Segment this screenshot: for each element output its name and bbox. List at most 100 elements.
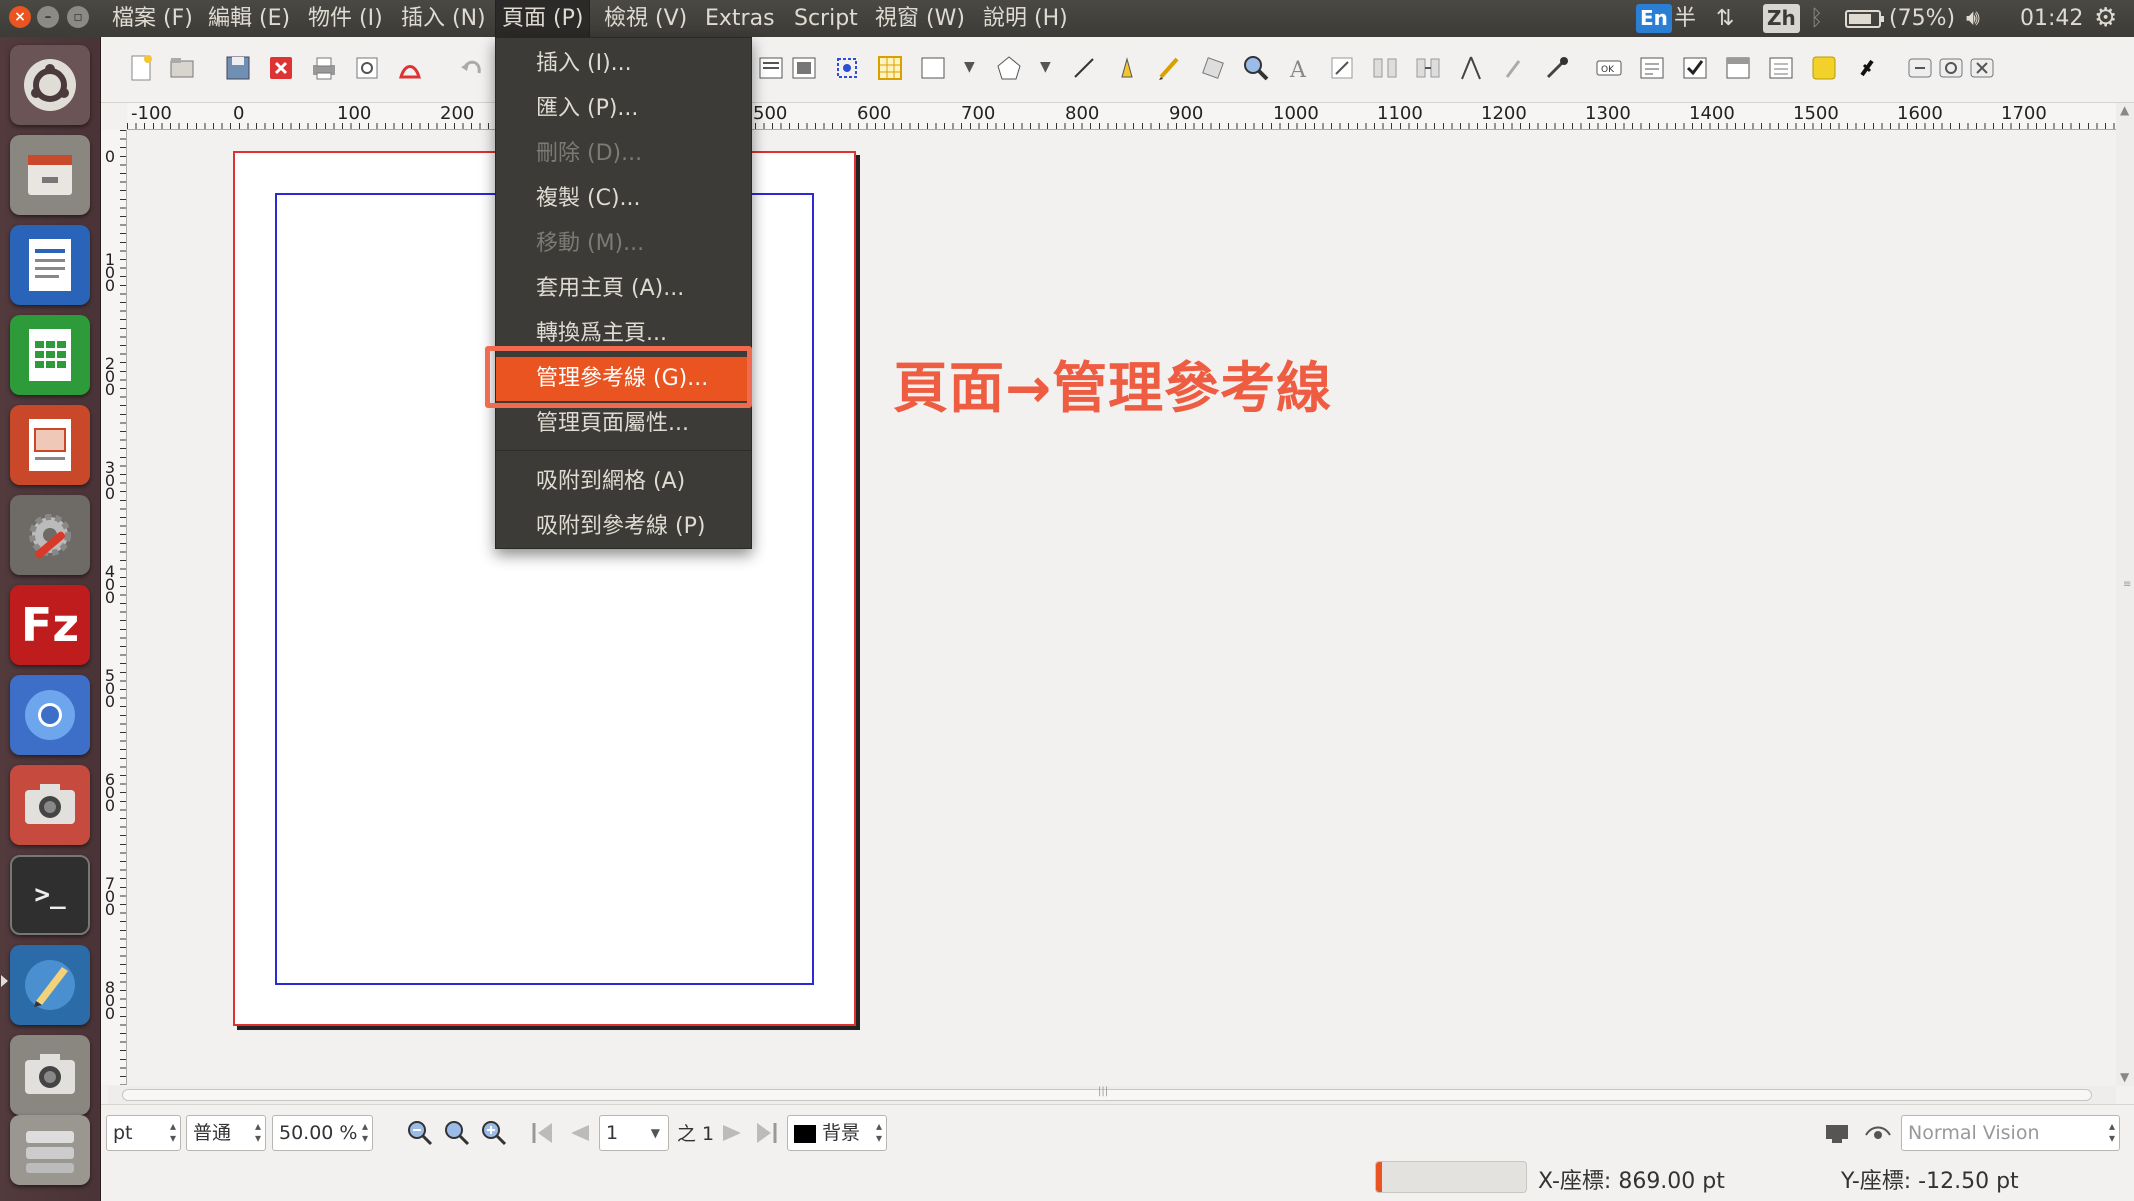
drives-icon[interactable]	[10, 1115, 90, 1185]
writer-icon[interactable]	[10, 225, 90, 305]
input-method-zh-indicator[interactable]: Zh	[1763, 4, 1800, 33]
menu-item-insert-page[interactable]: 插入 (I)...	[496, 42, 751, 86]
polygon-dropdown-icon[interactable]: ▼	[1040, 59, 1070, 89]
close-document-icon[interactable]	[266, 53, 296, 83]
menu-item-copy-page[interactable]: 複製 (C)...	[496, 177, 751, 221]
menu-item-snap-to-guides[interactable]: 吸附到參考線 (P)	[496, 505, 751, 549]
battery-icon[interactable]	[1845, 0, 1885, 37]
menu-view[interactable]: 檢視 (V)	[598, 0, 693, 37]
menu-item-import-page[interactable]: 匯入 (P)...	[496, 87, 751, 131]
menu-insert[interactable]: 插入 (N)	[395, 0, 492, 37]
menu-windows[interactable]: 視窗 (W)	[869, 0, 971, 37]
volume-icon[interactable]: 🔊︎	[1966, 0, 1980, 37]
open-document-icon[interactable]	[168, 53, 198, 83]
view-mode-select[interactable]: 普通 ▴ ▾	[186, 1115, 266, 1151]
scroll-grip-icon[interactable]: |||	[1098, 1086, 1108, 1097]
horizontal-ruler[interactable]: -100 0 100 200 500 600 700 800 900 1000 …	[127, 103, 2117, 130]
export-pdf-icon[interactable]	[395, 53, 425, 83]
freehand-icon[interactable]	[1155, 53, 1185, 83]
menu-item-apply-master[interactable]: 套用主頁 (A)...	[496, 267, 751, 311]
text-annotation-icon[interactable]	[1809, 53, 1839, 83]
camera2-icon[interactable]	[10, 1035, 90, 1115]
scroll-up-icon[interactable]: ▲	[2120, 103, 2129, 117]
eyedropper-icon[interactable]	[1542, 53, 1572, 83]
zoom-in-icon[interactable]	[480, 1119, 508, 1147]
page-number-select[interactable]: 1 ▼	[599, 1115, 669, 1151]
files-icon[interactable]	[10, 135, 90, 215]
last-page-icon[interactable]	[753, 1119, 781, 1147]
table-icon[interactable]	[875, 53, 905, 83]
scroll-grip-icon[interactable]: ≡	[2123, 579, 2131, 590]
menu-item-snap-to-grid[interactable]: 吸附到網格 (A)	[496, 460, 751, 504]
link-frames-icon[interactable]	[1370, 53, 1400, 83]
line-icon[interactable]	[1069, 53, 1099, 83]
settings-icon[interactable]	[10, 495, 90, 575]
chromium-icon[interactable]	[10, 675, 90, 755]
gear-icon[interactable]: ⚙	[2094, 0, 2117, 37]
calc-icon[interactable]	[10, 315, 90, 395]
print-icon[interactable]	[309, 53, 339, 83]
copy-properties-icon[interactable]	[1499, 53, 1529, 83]
menu-file[interactable]: 檔案 (F)	[106, 0, 199, 37]
previous-page-icon[interactable]	[565, 1119, 593, 1147]
close-window-button[interactable]: ×	[9, 6, 31, 28]
menu-object[interactable]: 物件 (I)	[302, 0, 389, 37]
preflight-icon[interactable]	[352, 53, 382, 83]
terminal-icon[interactable]: >_	[10, 855, 90, 935]
pdf-button-icon[interactable]: OK	[1594, 53, 1624, 83]
ubuntu-dash-icon[interactable]	[10, 45, 90, 125]
menu-extras[interactable]: Extras	[699, 0, 781, 37]
layer-select[interactable]: 背景 ▴ ▾	[787, 1115, 887, 1151]
camera-icon[interactable]	[10, 765, 90, 845]
scribus-icon[interactable]	[10, 945, 90, 1025]
new-document-icon[interactable]	[126, 53, 156, 83]
input-method-en-indicator[interactable]: En	[1636, 4, 1672, 33]
scroll-down-icon[interactable]: ▼	[2120, 1070, 2129, 1084]
render-frame-icon[interactable]	[832, 53, 862, 83]
filezilla-icon[interactable]: Fz	[10, 585, 90, 665]
measure-icon[interactable]	[1456, 53, 1486, 83]
document-canvas[interactable]	[128, 131, 2116, 1086]
unit-select[interactable]: pt ▴ ▾	[106, 1115, 181, 1151]
vertical-ruler[interactable]: 0 100 200 300 400 500 600 700 800	[101, 130, 127, 1085]
next-page-icon[interactable]	[719, 1119, 747, 1147]
unlink-frames-icon[interactable]	[1413, 53, 1443, 83]
zoom-icon[interactable]	[1241, 53, 1271, 83]
network-icon[interactable]: ⇅	[1716, 0, 1734, 37]
save-icon[interactable]	[223, 53, 253, 83]
text-frame-icon[interactable]	[756, 53, 786, 83]
right-align-icon[interactable]	[1967, 53, 1997, 83]
bluetooth-icon[interactable]: ᛒ	[1810, 0, 1823, 37]
zoom-out-icon[interactable]	[406, 1119, 434, 1147]
shape-dropdown-icon[interactable]: ▼	[964, 59, 994, 89]
pdf-combobox-icon[interactable]	[1723, 53, 1753, 83]
polygon-icon[interactable]	[994, 53, 1024, 83]
undo-icon[interactable]	[457, 53, 487, 83]
preview-mode-icon[interactable]	[1824, 1119, 1852, 1147]
clock[interactable]: 01:42	[2020, 0, 2083, 37]
vertical-scrollbar[interactable]: ▲ ≡ ▼	[2116, 103, 2134, 1086]
minimize-window-button[interactable]: –	[37, 6, 59, 28]
pdf-textfield-icon[interactable]	[1637, 53, 1667, 83]
pdf-listbox-icon[interactable]	[1766, 53, 1796, 83]
half-width-indicator[interactable]: 半	[1674, 0, 1696, 37]
first-page-icon[interactable]	[528, 1119, 556, 1147]
bezier-icon[interactable]	[1112, 53, 1142, 83]
edit-text-icon[interactable]	[1327, 53, 1357, 83]
edit-contents-icon[interactable]: A	[1284, 53, 1314, 83]
menu-edit[interactable]: 編輯 (E)	[202, 0, 296, 37]
menu-script[interactable]: Script	[788, 0, 864, 37]
zoom-input[interactable]: 50.00 % ▴ ▾	[272, 1115, 373, 1151]
rotate-icon[interactable]	[1198, 53, 1228, 83]
horizontal-scrollbar[interactable]: |||	[108, 1086, 2116, 1104]
menu-page[interactable]: 頁面 (P)	[495, 0, 591, 37]
menu-help[interactable]: 說明 (H)	[977, 0, 1074, 37]
menu-item-page-properties[interactable]: 管理頁面屬性...	[496, 402, 751, 446]
pdf-checkbox-icon[interactable]	[1680, 53, 1710, 83]
center-align-icon[interactable]	[1936, 53, 1966, 83]
vision-select[interactable]: Normal Vision ▴ ▾	[1901, 1115, 2120, 1151]
shape-icon[interactable]	[918, 53, 948, 83]
maximize-window-button[interactable]: ▫	[67, 6, 89, 28]
image-frame-icon[interactable]	[789, 53, 819, 83]
visual-appearance-icon[interactable]	[1864, 1119, 1892, 1147]
